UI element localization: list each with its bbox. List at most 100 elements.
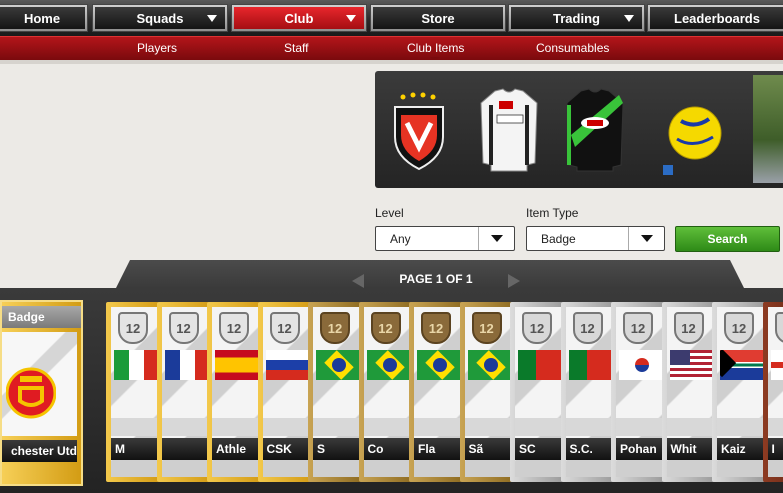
card-band <box>616 418 664 436</box>
level-label: Level <box>375 206 404 220</box>
badge-card[interactable]: 12 SC <box>510 302 563 482</box>
badge-card[interactable]: 12I <box>762 302 783 482</box>
brazil-flag-icon <box>417 350 462 380</box>
tab-leaderboards-label: Leaderboards <box>674 10 760 26</box>
france-flag-icon <box>164 350 210 380</box>
badge-card[interactable]: 12 Co <box>358 302 412 482</box>
brazil-flag-icon <box>366 350 412 380</box>
rating-shield-icon: 12 <box>118 312 148 344</box>
badge-card[interactable]: 12 Fla <box>409 302 462 482</box>
card-name: S.C. <box>565 438 614 460</box>
page-indicator: PAGE 1 OF 1 <box>399 272 473 286</box>
card-name: S <box>313 438 361 460</box>
tab-club-label: Club <box>284 10 314 26</box>
card-name: Sã <box>464 438 513 460</box>
badge-card[interactable]: 12 CSK <box>257 302 311 482</box>
stadium-icon[interactable] <box>753 75 783 183</box>
chevron-down-icon[interactable] <box>628 227 664 250</box>
badge-card[interactable]: 12 <box>156 302 210 482</box>
level-select[interactable]: Any <box>375 226 515 251</box>
rating-shield-icon: 12 <box>471 312 502 344</box>
tab-trading-label: Trading <box>553 10 600 26</box>
badge-card[interactable]: 12 Pohan <box>611 302 664 482</box>
badge-card[interactable]: 12 S.C. <box>560 302 614 482</box>
level-select-value: Any <box>390 232 411 246</box>
item-type-select-value: Badge <box>541 232 576 246</box>
subnav-consumables[interactable]: Consumables <box>536 41 609 55</box>
tab-squads-label: Squads <box>136 10 184 26</box>
rating-shield-icon: 12 <box>269 312 300 344</box>
sub-nav: Players Staff Club Items Consumables <box>0 36 783 62</box>
rating-shield-icon: 12 <box>370 312 401 344</box>
selected-card-name: chester Utd <box>2 440 77 462</box>
yellow-ball-icon[interactable] <box>663 85 723 175</box>
card-band <box>212 418 260 436</box>
korea-flag-icon <box>619 350 664 380</box>
tab-squads[interactable]: Squads <box>92 4 228 32</box>
white-kit-icon[interactable] <box>479 85 539 175</box>
badge-card[interactable]: 12 Athle <box>207 302 260 482</box>
black-green-kit-icon[interactable] <box>565 85 625 175</box>
badge-card[interactable]: 12 M <box>106 302 159 482</box>
chevron-down-icon[interactable] <box>478 227 514 250</box>
tab-home[interactable]: Home <box>0 4 88 32</box>
usa-flag-icon <box>669 350 715 380</box>
tab-trading[interactable]: Trading <box>508 4 645 32</box>
prev-page-icon[interactable] <box>352 274 364 288</box>
item-type-select[interactable]: Badge <box>526 226 665 251</box>
brazil-flag-icon <box>467 350 513 380</box>
south-africa-flag-icon <box>720 350 765 380</box>
item-type-label: Item Type <box>526 206 579 220</box>
item-carousel[interactable] <box>375 71 783 188</box>
next-page-icon[interactable] <box>508 274 520 288</box>
tab-store-label: Store <box>421 10 455 26</box>
card-name: I <box>767 438 783 460</box>
badge-card[interactable]: 12 Whit <box>661 302 715 482</box>
rating-shield-icon: 12 <box>673 312 704 344</box>
russia-flag-icon <box>265 350 311 380</box>
card-band <box>414 418 462 436</box>
subnav-divider <box>0 60 783 64</box>
england-flag-icon <box>770 350 783 380</box>
subnav-club-items[interactable]: Club Items <box>407 41 464 55</box>
card-face <box>2 332 77 436</box>
pager: PAGE 1 OF 1 <box>352 272 520 288</box>
subnav-staff[interactable]: Staff <box>284 41 308 55</box>
card-name <box>161 438 210 460</box>
card-name: CSK <box>262 438 311 460</box>
pohang-steelers-badge-icon[interactable] <box>389 85 449 175</box>
rating-shield-icon: 12 <box>623 312 653 344</box>
rating-shield-icon: 12 <box>572 312 603 344</box>
portugal-flag-icon <box>518 350 563 380</box>
search-button[interactable]: Search <box>675 226 780 252</box>
subnav-players[interactable]: Players <box>137 41 177 55</box>
rating-shield-icon: 12 <box>219 312 249 344</box>
tab-store[interactable]: Store <box>370 4 506 32</box>
card-name: SC <box>515 438 563 460</box>
card-name: M <box>111 438 159 460</box>
card-name: Athle <box>212 438 260 460</box>
card-band <box>161 418 210 436</box>
portugal-flag-icon <box>568 350 614 380</box>
rating-shield-icon: 12 <box>724 312 754 344</box>
card-band <box>767 418 783 436</box>
brazil-flag-icon <box>316 350 361 380</box>
card-band <box>515 418 563 436</box>
tab-club[interactable]: Club <box>231 4 367 32</box>
card-name: Fla <box>414 438 462 460</box>
chevron-down-icon <box>346 15 356 22</box>
selected-card[interactable]: Badge chester Utd <box>0 300 83 486</box>
card-band <box>565 418 614 436</box>
tab-home-label: Home <box>23 10 61 26</box>
badge-card[interactable]: 12 S <box>308 302 361 482</box>
card-band <box>464 418 513 436</box>
card-band <box>363 418 412 436</box>
tab-leaderboards[interactable]: Leaderboards <box>647 4 783 32</box>
italy-flag-icon <box>114 350 159 380</box>
badge-card[interactable]: 12 Sã <box>459 302 513 482</box>
card-name: Pohan <box>616 438 664 460</box>
badge-card[interactable]: 12 Kaiz <box>712 302 765 482</box>
chevron-down-icon <box>207 15 217 22</box>
card-band <box>717 418 765 436</box>
manchester-united-crest-icon <box>6 367 56 419</box>
